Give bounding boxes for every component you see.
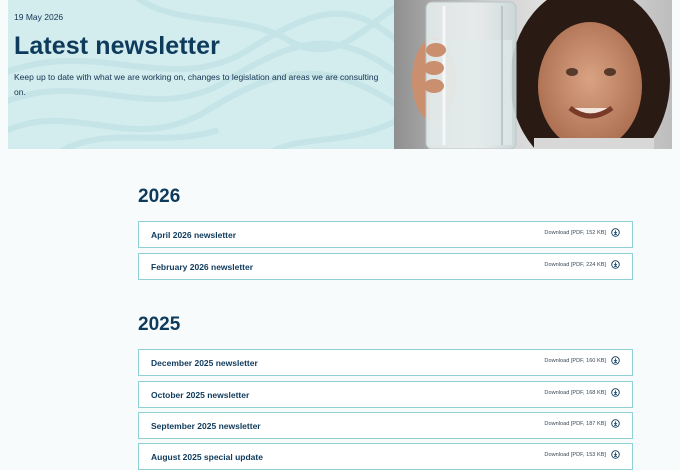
download-circle-icon[interactable] (611, 450, 620, 459)
download-link[interactable]: Download [PDF, 152 KB] (544, 228, 620, 237)
download-link[interactable]: Download [PDF, 168 KB] (544, 388, 620, 397)
download-link[interactable]: Download [PDF, 224 KB] (544, 260, 620, 269)
download-label[interactable]: Download [PDF, 187 KB] (544, 421, 606, 427)
year-heading: 2026 (138, 186, 181, 207)
download-circle-icon[interactable] (611, 388, 620, 397)
year-heading: 2025 (138, 314, 181, 335)
page-title: Latest newsletter (14, 32, 220, 60)
download-circle-icon[interactable] (611, 228, 620, 237)
newsletter-title[interactable]: October 2025 newsletter (151, 390, 249, 400)
download-link[interactable]: Download [PDF, 187 KB] (544, 419, 620, 428)
download-circle-icon[interactable] (611, 419, 620, 428)
download-label[interactable]: Download [PDF, 153 KB] (544, 452, 606, 458)
section-2025: 2025 December 2025 newsletter Download [… (138, 314, 635, 470)
download-label[interactable]: Download [PDF, 152 KB] (544, 230, 606, 236)
download-label[interactable]: Download [PDF, 168 KB] (544, 390, 606, 396)
newsletter-title[interactable]: February 2026 newsletter (151, 262, 253, 272)
download-label[interactable]: Download [PDF, 160 KB] (544, 358, 606, 364)
download-link[interactable]: Download [PDF, 153 KB] (544, 450, 620, 459)
download-link[interactable]: Download [PDF, 160 KB] (544, 356, 620, 365)
page-description: Keep up to date with what we are working… (14, 72, 379, 97)
newsletter-item[interactable]: April 2026 newsletter Download [PDF, 152… (138, 221, 633, 248)
hero-banner: 19 May 2026 Latest newsletter Keep up to… (8, 0, 672, 149)
publish-date: 19 May 2026 (14, 12, 64, 22)
newsletter-title[interactable]: December 2025 newsletter (151, 358, 258, 368)
newsletter-item[interactable]: December 2025 newsletter Download [PDF, … (138, 349, 633, 376)
download-label[interactable]: Download [PDF, 224 KB] (544, 262, 606, 268)
newsletter-title[interactable]: August 2025 special update (151, 452, 263, 462)
newsletter-title[interactable]: April 2026 newsletter (151, 230, 236, 240)
newsletter-item[interactable]: September 2025 newsletter Download [PDF,… (138, 412, 633, 439)
download-circle-icon[interactable] (611, 260, 620, 269)
newsletter-title[interactable]: September 2025 newsletter (151, 421, 261, 431)
hero-image-child-with-glass (394, 0, 672, 149)
download-circle-icon[interactable] (611, 356, 620, 365)
newsletter-item[interactable]: February 2026 newsletter Download [PDF, … (138, 253, 633, 280)
newsletter-item[interactable]: October 2025 newsletter Download [PDF, 1… (138, 381, 633, 408)
newsletter-item[interactable]: August 2025 special update Download [PDF… (138, 443, 633, 470)
section-2026: 2026 April 2026 newsletter Download [PDF… (138, 186, 635, 282)
